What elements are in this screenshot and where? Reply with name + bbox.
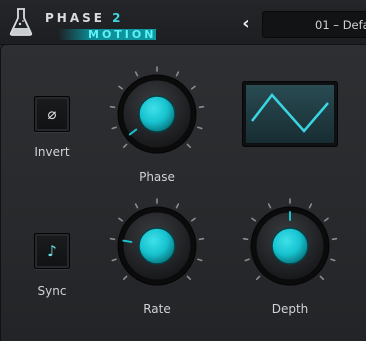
knob-tick	[134, 203, 139, 209]
sync-button[interactable]: ♪	[34, 233, 70, 269]
knob-tick	[175, 71, 180, 77]
knob-tick	[109, 237, 116, 241]
knob-tick	[175, 203, 180, 209]
knob-tick	[330, 258, 336, 262]
music-note-icon: ♪	[47, 242, 57, 260]
rate-knob[interactable]	[107, 196, 207, 296]
plugin-window: PHASE 2 MOTION ‹ 01 – Default ⌀ Invert ♪…	[0, 0, 366, 341]
invert-button[interactable]: ⌀	[34, 96, 70, 132]
phase-knob[interactable]	[107, 64, 207, 164]
brand-title: PHASE 2	[45, 11, 124, 25]
knob-tick	[331, 237, 338, 241]
knob-cap	[138, 95, 176, 133]
knob-indicator	[122, 239, 133, 243]
sync-label: Sync	[37, 284, 67, 298]
header-bar: PHASE 2 MOTION ‹ 01 – Default	[0, 0, 366, 45]
knob-tick	[242, 237, 249, 241]
knob-tick	[251, 217, 257, 222]
depth-knob[interactable]	[240, 196, 340, 296]
knob-tick	[190, 85, 196, 90]
knob-tick	[197, 258, 203, 262]
knob-tick	[111, 126, 117, 130]
knob-tick	[186, 275, 192, 281]
knob-tick	[122, 143, 128, 149]
knob-tick	[267, 203, 272, 209]
knob-tick	[308, 203, 313, 209]
knob-tick	[244, 258, 250, 262]
knob-tick	[190, 217, 196, 222]
knob-tick	[198, 237, 205, 241]
knob-cap	[138, 227, 176, 265]
knob-tick	[323, 217, 329, 222]
depth-label: Depth	[271, 302, 309, 316]
flask-logo-icon	[9, 8, 33, 36]
knob-tick	[255, 275, 261, 281]
brand-subtitle: MOTION	[88, 28, 157, 41]
knob-tick	[319, 275, 325, 281]
prev-preset-button[interactable]: ‹	[236, 12, 256, 36]
knob-tick	[118, 217, 124, 222]
knob-tick	[122, 275, 128, 281]
phase-label: Phase	[139, 170, 175, 184]
knob-tick	[118, 85, 124, 90]
knob-cap	[271, 227, 309, 265]
knob-tick	[197, 126, 203, 130]
preset-selector[interactable]: 01 – Default	[262, 11, 366, 38]
invert-label: Invert	[34, 145, 70, 159]
knob-tick	[109, 105, 116, 109]
knob-tick	[186, 143, 192, 149]
knob-tick	[134, 71, 139, 77]
waveform-display[interactable]	[242, 81, 338, 147]
knob-tick	[111, 258, 117, 262]
phase-invert-icon: ⌀	[47, 105, 57, 123]
knob-tick	[198, 105, 205, 109]
rate-label: Rate	[143, 302, 171, 316]
